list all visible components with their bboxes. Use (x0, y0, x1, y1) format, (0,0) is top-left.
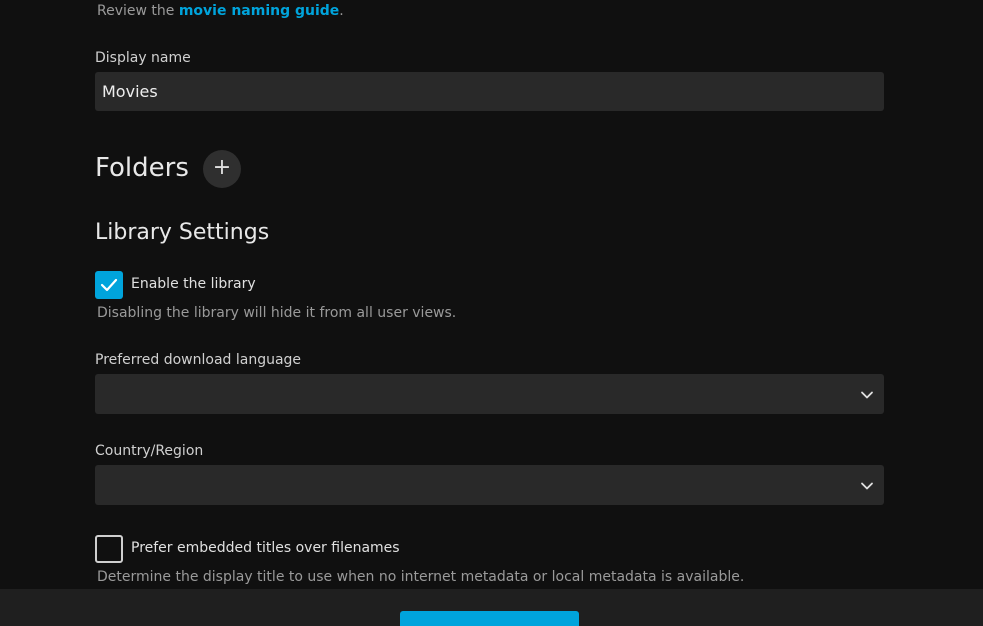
checkmark-icon (100, 278, 118, 292)
naming-guide-hint: Review the movie naming guide. (97, 3, 344, 19)
prefer-embedded-titles-label[interactable]: Prefer embedded titles over filenames (131, 540, 400, 556)
movie-naming-guide-link[interactable]: movie naming guide (179, 3, 339, 19)
naming-guide-suffix: . (339, 3, 344, 19)
prefer-embedded-titles-hint: Determine the display title to use when … (97, 569, 745, 585)
add-folder-button[interactable]: + (203, 150, 241, 188)
country-region-select[interactable] (95, 465, 884, 505)
folders-heading: Folders (95, 153, 189, 183)
preferred-language-label: Preferred download language (95, 352, 302, 368)
preferred-language-select[interactable] (95, 374, 884, 414)
dialog-footer (0, 589, 983, 626)
prefer-embedded-titles-checkbox[interactable] (95, 535, 123, 563)
naming-guide-prefix: Review the (97, 3, 179, 19)
display-name-input[interactable] (95, 72, 884, 111)
chevron-down-icon (861, 391, 873, 399)
library-edit-page: Review the movie naming guide. Display n… (0, 0, 983, 626)
plus-icon: + (212, 155, 232, 180)
enable-library-checkbox[interactable] (95, 271, 123, 299)
save-button[interactable] (400, 611, 579, 626)
enable-library-hint: Disabling the library will hide it from … (97, 305, 457, 321)
enable-library-label[interactable]: Enable the library (131, 276, 256, 292)
display-name-label: Display name (95, 50, 191, 66)
library-settings-heading: Library Settings (95, 220, 270, 245)
country-region-label: Country/Region (95, 443, 204, 459)
chevron-down-icon (861, 482, 873, 490)
